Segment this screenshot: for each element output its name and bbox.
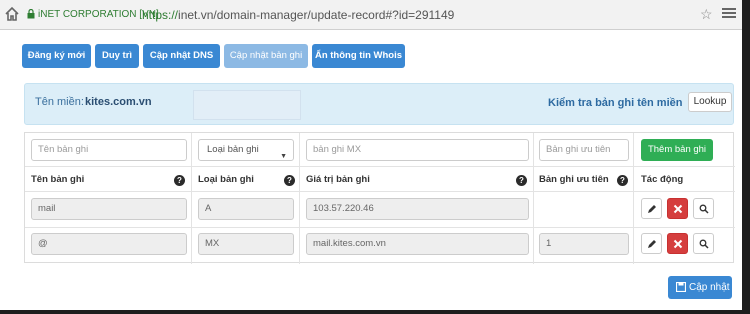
close-icon	[673, 239, 683, 249]
tab-register[interactable]: Đăng ký mới	[22, 44, 91, 68]
tab-update-dns[interactable]: Cập nhật DNS	[143, 44, 220, 68]
edit-button[interactable]	[641, 233, 662, 254]
record-priority-input[interactable]: Bản ghi ưu tiên	[539, 139, 629, 161]
domain-info-panel: Tên miền: kites.com.vn Kiểm tra bản ghi …	[24, 83, 734, 125]
row-type-field[interactable]: A	[198, 198, 294, 220]
page-content: Đăng ký mới Duy trì Cập nhật DNS Cập nhậ…	[14, 38, 742, 310]
update-button[interactable]: Cập nhật	[668, 276, 732, 299]
domain-label: Tên miền:	[35, 96, 84, 108]
delete-button[interactable]	[667, 198, 688, 219]
view-button[interactable]	[693, 233, 714, 254]
close-icon	[673, 204, 683, 214]
header-priority: Bản ghi ưu tiên	[539, 174, 609, 185]
help-icon[interactable]: ?	[617, 175, 628, 186]
record-value-input[interactable]: bản ghi MX	[306, 139, 529, 161]
url-path: inet.vn/domain-manager/update-record#?id…	[178, 8, 455, 22]
tab-hide-whois[interactable]: Ẩn thông tin Whois	[312, 44, 405, 68]
url-scheme: https://	[142, 8, 179, 22]
record-type-select-value: Loại bản ghi	[207, 144, 259, 155]
record-name-input[interactable]: Tên bản ghi	[31, 139, 187, 161]
delete-button[interactable]	[667, 233, 688, 254]
browser-window: iNET CORPORATION [VN] https://inet.vn/do…	[0, 0, 742, 310]
domain-value: kites.com.vn	[85, 96, 152, 108]
chevron-down-icon: ▼	[280, 153, 287, 160]
row-value-field[interactable]: 103.57.220.46	[306, 198, 529, 220]
domain-placeholder-box	[193, 90, 301, 120]
update-button-label: Cập nhật	[689, 282, 730, 293]
menu-icon[interactable]	[722, 6, 736, 20]
lookup-button[interactable]: Lookup	[688, 92, 732, 112]
save-icon	[676, 282, 686, 292]
header-action: Tác động	[641, 174, 684, 185]
add-record-button[interactable]: Thêm bản ghi	[641, 139, 713, 161]
certificate-label[interactable]: iNET CORPORATION [VN]	[38, 9, 159, 20]
help-icon[interactable]: ?	[516, 175, 527, 186]
pencil-icon	[648, 205, 656, 213]
search-icon	[699, 239, 709, 249]
row-priority-field[interactable]: 1	[539, 233, 629, 255]
header-value: Giá trị bản ghi	[306, 174, 370, 185]
row-value-field[interactable]: mail.kites.com.vn	[306, 233, 529, 255]
row-name-field[interactable]: mail	[31, 198, 187, 220]
help-icon[interactable]: ?	[284, 175, 295, 186]
address-bar: iNET CORPORATION [VN] https://inet.vn/do…	[0, 0, 742, 30]
check-record-label: Kiểm tra bản ghi tên miền	[548, 97, 683, 109]
header-name: Tên bản ghi	[31, 174, 85, 185]
edit-button[interactable]	[641, 198, 662, 219]
bookmark-star-icon[interactable]: ☆	[700, 6, 713, 23]
search-icon	[699, 204, 709, 214]
help-icon[interactable]: ?	[174, 175, 185, 186]
url-field[interactable]: https://inet.vn/domain-manager/update-re…	[142, 8, 454, 22]
home-icon[interactable]	[4, 6, 20, 22]
record-type-select[interactable]: Loại bản ghi ▼	[198, 139, 294, 161]
tab-renew[interactable]: Duy trì	[95, 44, 139, 68]
tab-update-record[interactable]: Cập nhật bản ghi	[224, 44, 308, 68]
row-name-field[interactable]: @	[31, 233, 187, 255]
records-table: Tên bản ghi Loại bản ghi ▼ bản ghi MX Bả…	[24, 132, 735, 264]
row-type-field[interactable]: MX	[198, 233, 294, 255]
view-button[interactable]	[693, 198, 714, 219]
pencil-icon	[648, 240, 656, 248]
header-type: Loại bản ghi	[198, 174, 254, 185]
lock-icon	[27, 9, 35, 19]
